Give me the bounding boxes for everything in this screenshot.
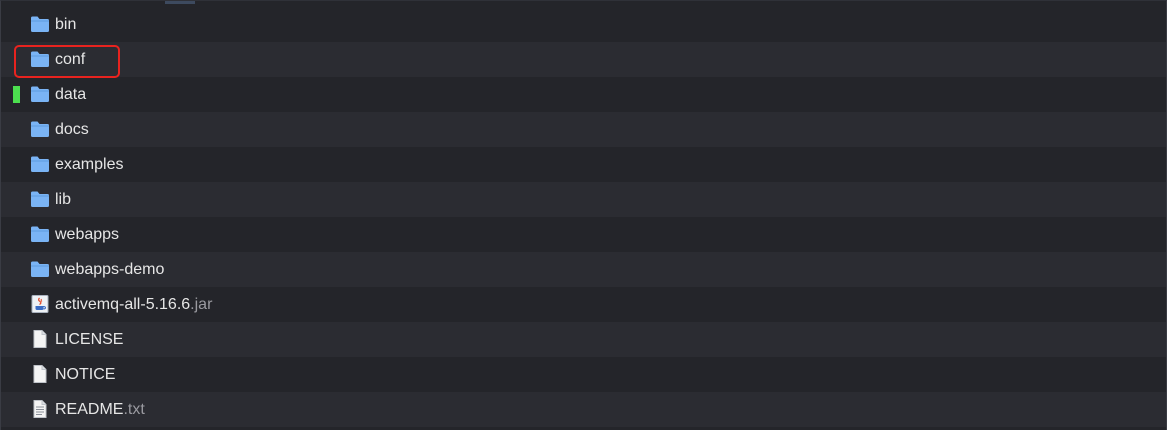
status-indicator — [13, 86, 20, 103]
column-resize-marker — [165, 1, 195, 4]
list-item-data[interactable]: data — [1, 77, 1166, 112]
blank-file-icon — [30, 330, 50, 348]
file-explorer-window: bin conf data docs examples lib webapps … — [0, 0, 1167, 430]
list-item-notice[interactable]: NOTICE — [1, 357, 1166, 392]
file-name: activemq-all-5.16.6.jar — [55, 296, 213, 313]
file-list: bin conf data docs examples lib webapps … — [1, 7, 1166, 427]
list-item-webapps[interactable]: webapps — [1, 217, 1166, 252]
file-name: lib — [55, 191, 72, 208]
list-item-bin[interactable]: bin — [1, 7, 1166, 42]
folder-icon — [30, 85, 50, 103]
folder-icon — [30, 155, 50, 173]
file-name: NOTICE — [55, 366, 116, 383]
text-file-icon — [30, 400, 50, 418]
file-name: LICENSE — [55, 331, 124, 348]
file-name: webapps-demo — [55, 261, 165, 278]
file-name: README.txt — [55, 401, 145, 418]
file-name: examples — [55, 156, 124, 173]
list-item-conf[interactable]: conf — [1, 42, 1166, 78]
java-jar-icon — [30, 295, 50, 313]
folder-icon — [30, 225, 50, 243]
folder-icon — [30, 120, 50, 138]
folder-icon — [30, 190, 50, 208]
file-name: bin — [55, 16, 77, 33]
list-item-docs[interactable]: docs — [1, 112, 1166, 147]
file-name: webapps — [55, 226, 120, 243]
list-item-license[interactable]: LICENSE — [1, 322, 1166, 357]
file-name: data — [55, 86, 87, 103]
blank-file-icon — [30, 365, 50, 383]
list-item-readme[interactable]: README.txt — [1, 392, 1166, 427]
folder-icon — [30, 260, 50, 278]
list-item-examples[interactable]: examples — [1, 147, 1166, 182]
highlight-annotation-box — [14, 45, 120, 78]
folder-icon — [30, 15, 50, 33]
list-item-activemq-jar[interactable]: activemq-all-5.16.6.jar — [1, 287, 1166, 322]
list-item-lib[interactable]: lib — [1, 182, 1166, 217]
list-item-webapps-demo[interactable]: webapps-demo — [1, 252, 1166, 287]
file-name: docs — [55, 121, 89, 138]
